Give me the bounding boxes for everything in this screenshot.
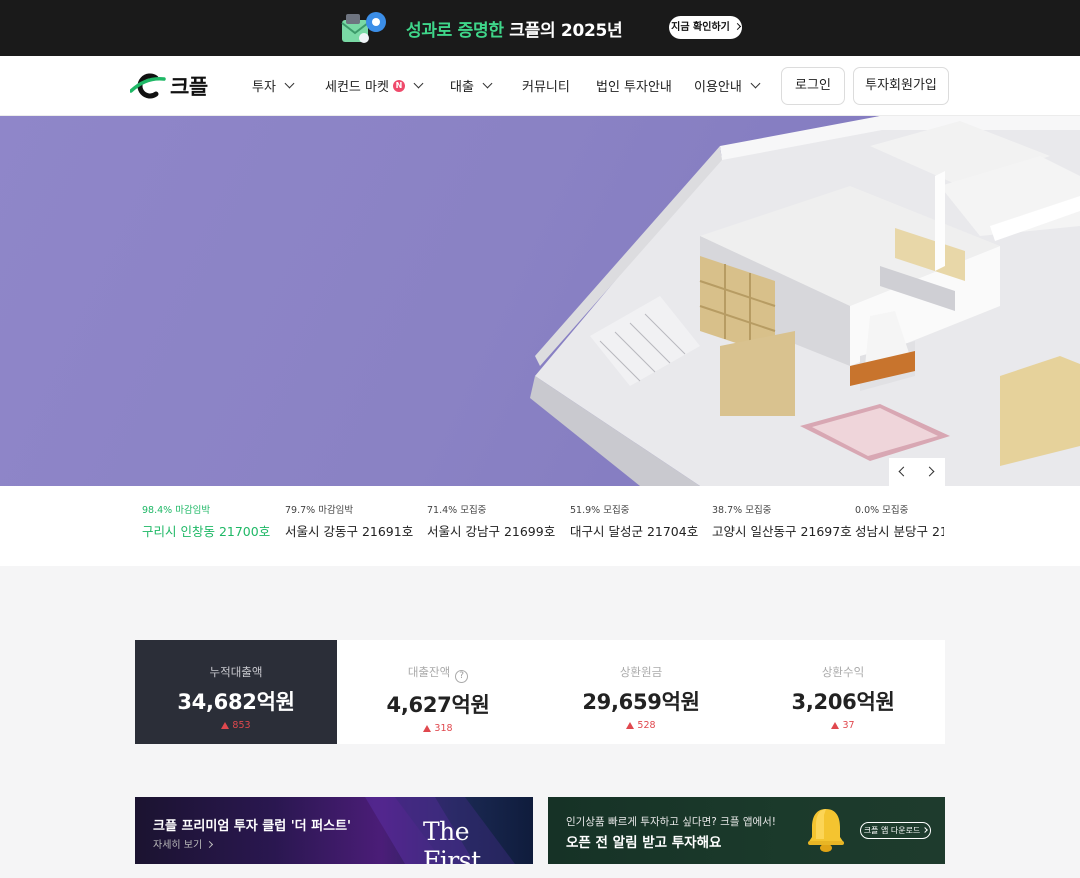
- nav-second-market-label: 세컨드 마켓: [325, 80, 389, 95]
- chevron-down-icon: [750, 78, 761, 89]
- stat-repaid-returns: 상환수익 3,206억원 37: [742, 640, 944, 744]
- promo-title: 오픈 전 알림 받고 투자해요: [566, 835, 722, 851]
- promo-subtitle: 인기상품 빠르게 투자하고 싶다면? 크플 앱에서!: [566, 816, 777, 828]
- promo-more-link[interactable]: 자세히 보기: [153, 836, 214, 851]
- hero-banner[interactable]: [0, 116, 1080, 486]
- stat-repaid-principal: 상환원금 29,659억원 528: [540, 640, 742, 744]
- listing-status: 0.0% 모집중: [855, 505, 909, 516]
- stat-delta-value: 37: [842, 720, 855, 731]
- stat-delta: 528: [540, 720, 742, 731]
- logo-text: 크플: [170, 75, 208, 99]
- up-triangle-icon: [626, 722, 635, 729]
- stat-total-loans: 누적대출액 34,682억원 853: [135, 640, 337, 744]
- nav-invest-label: 투자: [252, 80, 276, 95]
- promo-title: 크플 프리미엄 투자 클럽 '더 퍼스트': [153, 819, 352, 834]
- listing-item[interactable]: 38.7% 모집중 고양시 일산동구 21697호: [712, 502, 852, 540]
- top-banner-title: 성과로 증명한 크플의 2025년: [406, 16, 623, 41]
- logo-mark-icon: [130, 73, 166, 99]
- stat-delta-value: 853: [232, 720, 251, 731]
- listing-name: 성남시 분당구 21705호: [855, 524, 944, 539]
- stat-delta: 37: [742, 720, 944, 731]
- bell-icon: [808, 809, 844, 852]
- listing-name: 고양시 일산동구 21697호: [712, 524, 852, 539]
- stat-label: 상환수익: [821, 665, 865, 679]
- site-header: 크플 투자 세컨드 마켓 N 대출 커뮤니티 법인 투자안내 이용안내 로그인 투…: [0, 56, 1080, 116]
- stat-delta-value: 318: [434, 723, 453, 734]
- stat-loan-balance: 대출잔액? 4,627억원 318: [337, 640, 539, 744]
- listing-status: 38.7% 모집중: [712, 505, 772, 516]
- chevron-right-icon: [733, 22, 741, 31]
- listing-item[interactable]: 98.4% 마감임박 구리시 인창동 21700호: [142, 502, 270, 540]
- chevron-right-icon: [924, 466, 935, 477]
- the-first-promo-card[interactable]: 크플 프리미엄 투자 클럽 '더 퍼스트' 자세히 보기 The First: [135, 797, 533, 864]
- stats-panel: 누적대출액 34,682억원 853 대출잔액? 4,627억원 318 상환원…: [135, 640, 945, 744]
- nav-community[interactable]: 커뮤니티: [522, 76, 570, 95]
- login-button[interactable]: 로그인: [781, 67, 845, 105]
- listing-status: 98.4% 마감임박: [142, 505, 211, 516]
- up-triangle-icon: [221, 722, 230, 729]
- chevron-down-icon: [413, 78, 424, 89]
- stat-delta: 318: [337, 723, 539, 734]
- stat-value: 29,659억원: [582, 690, 700, 714]
- nav-loan[interactable]: 대출: [450, 76, 493, 95]
- listing-status: 51.9% 모집중: [570, 505, 630, 516]
- nav-invest[interactable]: 투자: [252, 76, 295, 95]
- gift-envelope-icon: [341, 12, 386, 43]
- listing-name: 서울시 강남구 21699호: [427, 524, 556, 539]
- signup-button[interactable]: 투자회원가입: [853, 67, 949, 105]
- listing-item[interactable]: 0.0% 모집중 성남시 분당구 21705호: [855, 502, 944, 540]
- hero-prev-button[interactable]: [889, 458, 917, 486]
- top-banner-title-highlight: 성과로 증명한: [406, 21, 504, 41]
- stat-delta-value: 528: [637, 720, 656, 731]
- listing-status: 71.4% 모집중: [427, 505, 487, 516]
- stat-value: 34,682억원: [177, 690, 295, 714]
- nav-guide[interactable]: 이용안내: [694, 76, 761, 95]
- up-triangle-icon: [423, 725, 432, 732]
- listing-status: 79.7% 마감임박: [285, 505, 354, 516]
- isometric-apartment-illustration: [530, 116, 1080, 486]
- stat-label: 대출잔액: [407, 665, 451, 679]
- chevron-down-icon: [482, 78, 493, 89]
- listing-scroller: 98.4% 마감임박 구리시 인창동 21700호 79.7% 마감임박 서울시…: [142, 502, 944, 542]
- chevron-right-icon: [206, 840, 214, 849]
- chevron-left-icon: [898, 466, 909, 477]
- chevron-down-icon: [284, 78, 295, 89]
- nav-loan-label: 대출: [450, 80, 474, 95]
- help-icon[interactable]: ?: [455, 670, 469, 683]
- listing-name: 서울시 강동구 21691호: [285, 524, 414, 539]
- stat-delta: 853: [135, 720, 337, 731]
- nav-corporate-invest[interactable]: 법인 투자안내: [596, 76, 672, 95]
- chevron-right-icon: [922, 827, 929, 833]
- listing-name: 대구시 달성군 21704호: [570, 524, 699, 539]
- listing-item[interactable]: 51.9% 모집중 대구시 달성군 21704호: [570, 502, 698, 540]
- stat-label: 상환원금: [619, 665, 663, 679]
- nav-corporate-invest-label: 법인 투자안내: [596, 80, 672, 95]
- new-badge: N: [392, 79, 405, 92]
- logo[interactable]: 크플: [130, 72, 208, 100]
- up-triangle-icon: [831, 722, 840, 729]
- top-banner-title-rest: 크플의 2025년: [509, 21, 623, 41]
- nav-second-market[interactable]: 세컨드 마켓 N: [325, 76, 424, 95]
- hero-next-button[interactable]: [917, 458, 945, 486]
- listing-name: 구리시 인창동 21700호: [142, 524, 271, 539]
- the-first-logo: The First: [423, 817, 481, 864]
- stat-label: 누적대출액: [209, 665, 263, 679]
- listing-strip: 98.4% 마감임박 구리시 인창동 21700호 79.7% 마감임박 서울시…: [0, 486, 1080, 566]
- app-download-button[interactable]: 크플 앱 다운로드: [860, 822, 931, 839]
- check-now-label: 지금 확인하기: [671, 22, 730, 33]
- stat-value: 3,206억원: [791, 690, 895, 714]
- top-promo-banner[interactable]: 성과로 증명한 크플의 2025년 지금 확인하기: [0, 0, 1080, 56]
- app-download-label: 크플 앱 다운로드: [863, 826, 921, 835]
- app-download-promo-card[interactable]: 인기상품 빠르게 투자하고 싶다면? 크플 앱에서! 오픈 전 알림 받고 투자…: [548, 797, 945, 864]
- listing-item[interactable]: 79.7% 마감임박 서울시 강동구 21691호: [285, 502, 413, 540]
- nav-community-label: 커뮤니티: [522, 80, 570, 95]
- stat-label-row: 대출잔액?: [337, 664, 539, 683]
- check-now-button[interactable]: 지금 확인하기: [669, 16, 742, 39]
- listing-item[interactable]: 71.4% 모집중 서울시 강남구 21699호: [427, 502, 555, 540]
- stat-value: 4,627억원: [386, 693, 490, 717]
- nav-guide-label: 이용안내: [694, 80, 742, 95]
- promo-more-label: 자세히 보기: [153, 840, 203, 851]
